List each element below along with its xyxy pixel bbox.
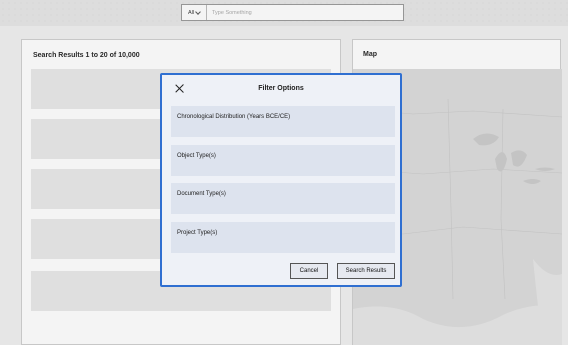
filter-document-type[interactable]: Document Type(s): [171, 183, 395, 214]
filter-project-type[interactable]: Project Type(s): [171, 222, 395, 253]
modal-header: Filter Options: [162, 75, 400, 103]
search-results-button[interactable]: Search Results: [337, 263, 395, 279]
filter-label: Document Type(s): [177, 191, 226, 197]
modal-title: Filter Options: [258, 85, 304, 92]
filter-label: Chronological Distribution (Years BCE/CE…: [177, 114, 291, 120]
filter-options-modal: Filter Options Chronological Distributio…: [160, 73, 402, 287]
filter-label: Object Type(s): [177, 153, 216, 159]
filter-chronological-distribution[interactable]: Chronological Distribution (Years BCE/CE…: [171, 106, 395, 137]
cancel-button[interactable]: Cancel: [290, 263, 328, 279]
filter-label: Project Type(s): [177, 230, 218, 236]
filter-object-type[interactable]: Object Type(s): [171, 145, 395, 176]
